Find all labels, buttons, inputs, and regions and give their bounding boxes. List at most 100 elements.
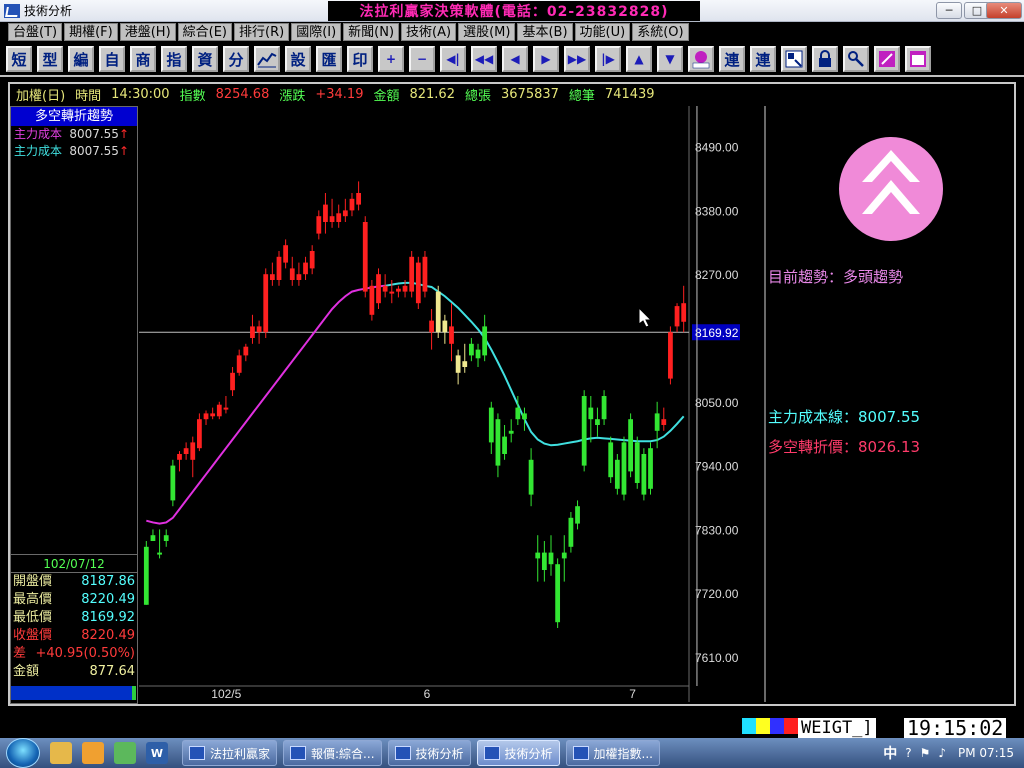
candle-body xyxy=(422,256,428,292)
last-page-button[interactable]: |▶ xyxy=(595,46,621,72)
forward-button[interactable]: ▶ xyxy=(533,46,559,72)
date-tick-label: 102/5 xyxy=(211,687,241,701)
indicator-button[interactable]: 指 xyxy=(161,46,187,72)
taskbar-item[interactable]: 法拉利贏家 xyxy=(182,740,278,766)
pattern-button[interactable]: 型 xyxy=(37,46,63,72)
menu-item-function[interactable]: 功能(U) xyxy=(574,23,631,41)
word-icon[interactable]: W xyxy=(146,742,168,764)
menu-item-composite[interactable]: 綜合(E) xyxy=(177,23,232,41)
edit-button[interactable]: 編 xyxy=(68,46,94,72)
print-button[interactable]: 印 xyxy=(347,46,373,72)
start-button[interactable] xyxy=(6,738,40,768)
media-player-icon[interactable] xyxy=(82,742,104,764)
menu-item-ranking[interactable]: 排行(R) xyxy=(234,23,290,41)
custom-button[interactable]: 自 xyxy=(99,46,125,72)
back-button[interactable]: ◀ xyxy=(502,46,528,72)
candle-body xyxy=(515,407,521,420)
candle-body xyxy=(462,361,468,367)
settings-button[interactable]: 設 xyxy=(285,46,311,72)
candle-body xyxy=(369,285,375,315)
indicator-title[interactable]: 多空轉折趨勢 xyxy=(11,107,137,126)
diff-label: 差 xyxy=(13,646,27,661)
pencil-icon[interactable] xyxy=(874,46,900,72)
candlestick-chart[interactable]: 8490.00 8380.00 8270.00 8169.92 8050.00 7940.… xyxy=(139,106,763,702)
chart-tool-icon[interactable] xyxy=(254,46,280,72)
price-tick-label: 7830.00 xyxy=(695,523,739,537)
candle-body xyxy=(661,419,667,425)
menu-item-system[interactable]: 系統(O) xyxy=(632,23,689,41)
menu-item-stock-picking[interactable]: 選股(M) xyxy=(458,23,516,41)
help-icon[interactable]: ? xyxy=(905,746,911,760)
arrow-up-icon: ↑ xyxy=(118,144,129,158)
taskbar-item-active[interactable]: 技術分析 xyxy=(476,740,560,766)
candle-body xyxy=(349,198,355,211)
image-viewer-icon[interactable] xyxy=(114,742,136,764)
menu-item-technical[interactable]: 技術(A) xyxy=(401,23,457,41)
close-button[interactable]: ✕ xyxy=(986,2,1022,19)
status-clock: 19:15:02 xyxy=(904,718,1007,738)
zoom-out-button[interactable]: − xyxy=(409,46,435,72)
up-button[interactable]: ▲ xyxy=(626,46,652,72)
menu-item-international[interactable]: 國際(I) xyxy=(291,23,342,41)
candle-body xyxy=(236,355,242,373)
ime-indicator[interactable]: 中 xyxy=(883,743,897,763)
menu-item-news[interactable]: 新聞(N) xyxy=(343,23,400,41)
commodity-button[interactable]: 商 xyxy=(130,46,156,72)
menu-item-fundamental[interactable]: 基本(B) xyxy=(517,23,573,41)
status-color-blocks xyxy=(742,718,798,734)
close-label: 收盤價 xyxy=(13,628,53,643)
ohlc-panel: 102/07/12 開盤價 8187.86 最高價 8220.49 最低價 8169.… xyxy=(10,554,138,686)
index-name: 加權(日) xyxy=(16,88,66,104)
high-label: 最高價 xyxy=(13,592,53,607)
menu-item-futures[interactable]: 期權(F) xyxy=(64,23,118,41)
candle-body xyxy=(402,285,408,292)
candle-body xyxy=(548,552,554,565)
fast-forward-button[interactable]: ▶▶ xyxy=(564,46,590,72)
price-tick-label: 8380.00 xyxy=(695,204,739,218)
taskbar-item[interactable]: 技術分析 xyxy=(387,740,471,766)
candle-body xyxy=(415,262,421,304)
candle-body xyxy=(263,274,269,333)
candle-body xyxy=(575,506,580,524)
window-tool-icon[interactable] xyxy=(781,46,807,72)
volume-icon[interactable]: ♪ xyxy=(938,746,946,760)
trend-up-icon xyxy=(838,136,944,242)
taskbar-item[interactable]: 加權指數... xyxy=(565,740,660,766)
first-page-button[interactable]: ◀| xyxy=(440,46,466,72)
taskbar-item-label: 加權指數... xyxy=(593,746,653,761)
analysis-button[interactable]: 分 xyxy=(223,46,249,72)
close-row: 收盤價 8220.49 xyxy=(10,627,138,645)
taskbar-item[interactable]: 報價:綜合... xyxy=(283,740,382,766)
candle-body xyxy=(150,535,156,541)
candle-body xyxy=(595,419,600,425)
lock-icon[interactable] xyxy=(812,46,838,72)
import-button[interactable]: 匯 xyxy=(316,46,342,72)
down-button[interactable]: ▼ xyxy=(657,46,683,72)
data-button[interactable]: 資 xyxy=(192,46,218,72)
zoom-in-button[interactable]: + xyxy=(378,46,404,72)
cost-label: 主力成本 xyxy=(14,127,63,141)
link-button[interactable]: 連 xyxy=(719,46,745,72)
candle-body xyxy=(197,419,202,449)
file-explorer-icon[interactable] xyxy=(50,742,72,764)
cost-value: 8007.55 xyxy=(69,144,119,158)
esc-icon[interactable] xyxy=(688,46,714,72)
tools-icon[interactable] xyxy=(843,46,869,72)
short-button[interactable]: 短 xyxy=(6,46,32,72)
high-value: 8220.49 xyxy=(81,592,135,607)
menu-item-taipan[interactable]: 台盤(T) xyxy=(8,23,63,41)
minimize-button[interactable]: ─ xyxy=(936,2,962,19)
window-icon[interactable] xyxy=(905,46,931,72)
link-button-2[interactable]: 連 xyxy=(750,46,776,72)
candle-body xyxy=(329,216,335,222)
index-value: 8254.68 xyxy=(215,86,270,102)
candle-body xyxy=(475,349,481,359)
menu-item-hk[interactable]: 港盤(H) xyxy=(119,23,176,41)
windows-taskbar: W 法拉利贏家 報價:綜合... 技術分析 技術分析 加權指數... 中 ? ⚑… xyxy=(0,738,1024,768)
candle-body xyxy=(648,448,653,489)
flag-icon[interactable]: ⚑ xyxy=(920,746,931,760)
candle-body xyxy=(409,256,415,292)
panel-scrollbar[interactable] xyxy=(11,686,136,700)
fast-back-button[interactable]: ◀◀ xyxy=(471,46,497,72)
status-code: WEIGT_] xyxy=(798,718,876,738)
